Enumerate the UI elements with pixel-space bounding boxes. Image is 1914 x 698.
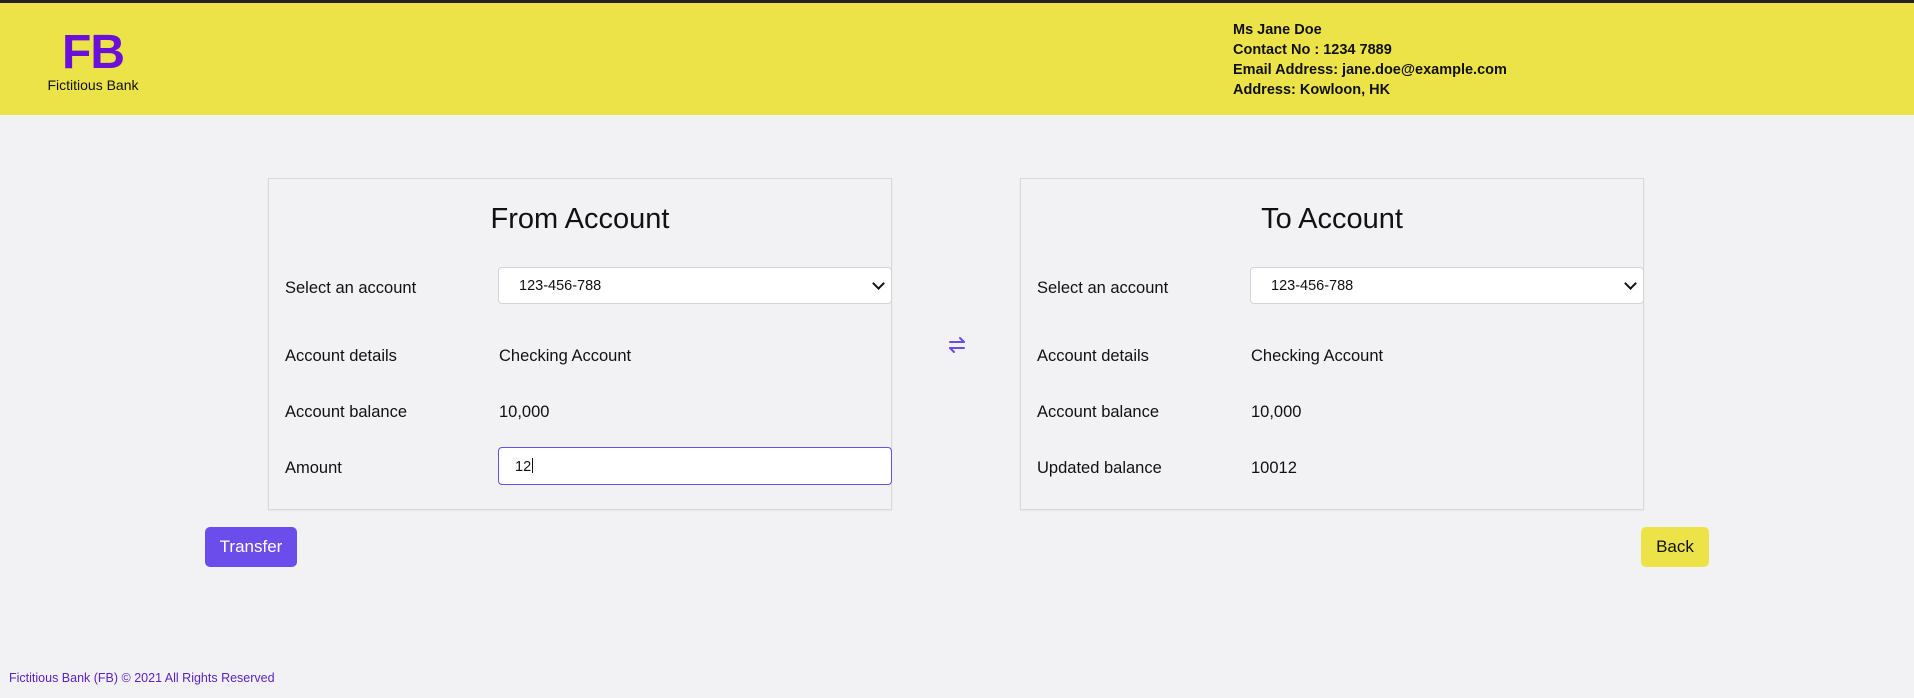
from-account-card: From Account Select an account 123-456-7…	[268, 178, 892, 510]
from-details-row: Account details Checking Account	[285, 347, 875, 387]
logo-name: Fictitious Bank	[47, 77, 139, 93]
updated-balance-label: Updated balance	[1037, 459, 1162, 477]
to-balance-label: Account balance	[1037, 403, 1160, 421]
from-account-select[interactable]: 123-456-788	[498, 267, 892, 304]
from-balance-label: Account balance	[285, 403, 408, 421]
amount-row: Amount 12	[285, 447, 892, 499]
amount-input-value: 12	[515, 459, 532, 475]
from-details-label: Account details	[285, 347, 397, 365]
to-select-label: Select an account	[1037, 279, 1169, 297]
text-caret	[532, 458, 534, 473]
to-account-select[interactable]: 123-456-788	[1250, 267, 1644, 304]
logo-mark: FB	[62, 26, 125, 79]
user-info: Ms Jane Doe Contact No : 1234 7889 Email…	[1233, 20, 1507, 100]
chevron-down-icon	[872, 277, 885, 290]
user-email: Email Address: jane.doe@example.com	[1233, 62, 1507, 78]
from-details-value: Checking Account	[499, 347, 632, 365]
to-account-title: To Account	[1261, 203, 1403, 235]
swap-arrows-icon[interactable]	[945, 333, 969, 357]
to-account-card: To Account Select an account 123-456-788…	[1020, 178, 1644, 510]
to-details-label: Account details	[1037, 347, 1149, 365]
from-balance-row: Account balance 10,000	[285, 403, 875, 443]
chevron-down-icon	[1624, 277, 1637, 290]
from-account-selected-value: 123-456-788	[519, 278, 602, 294]
to-balance-row: Account balance 10,000	[1037, 403, 1627, 443]
header: FB Fictitious Bank Ms Jane Doe Contact N…	[0, 0, 1914, 115]
user-contact: Contact No : 1234 7889	[1233, 42, 1392, 58]
to-details-value: Checking Account	[1251, 347, 1384, 365]
user-address: Address: Kowloon, HK	[1233, 82, 1391, 98]
to-select-row: Select an account 123-456-788	[1037, 267, 1644, 319]
user-name: Ms Jane Doe	[1233, 22, 1322, 38]
from-select-label: Select an account	[285, 279, 417, 297]
updated-balance-value: 10012	[1251, 459, 1297, 477]
to-account-selected-value: 123-456-788	[1271, 278, 1354, 294]
to-details-row: Account details Checking Account	[1037, 347, 1627, 387]
updated-balance-row: Updated balance 10012	[1037, 459, 1627, 499]
back-button[interactable]: Back	[1641, 527, 1709, 567]
bank-logo[interactable]: FB Fictitious Bank	[45, 26, 141, 94]
from-balance-value: 10,000	[499, 403, 550, 421]
to-balance-value: 10,000	[1251, 403, 1302, 421]
amount-label: Amount	[285, 459, 342, 477]
footer-copyright: Fictitious Bank (FB) © 2021 All Rights R…	[9, 671, 275, 685]
transfer-button[interactable]: Transfer	[205, 527, 297, 567]
from-select-row: Select an account 123-456-788	[285, 267, 892, 319]
from-account-title: From Account	[490, 203, 670, 235]
amount-input[interactable]: 12	[498, 447, 892, 485]
